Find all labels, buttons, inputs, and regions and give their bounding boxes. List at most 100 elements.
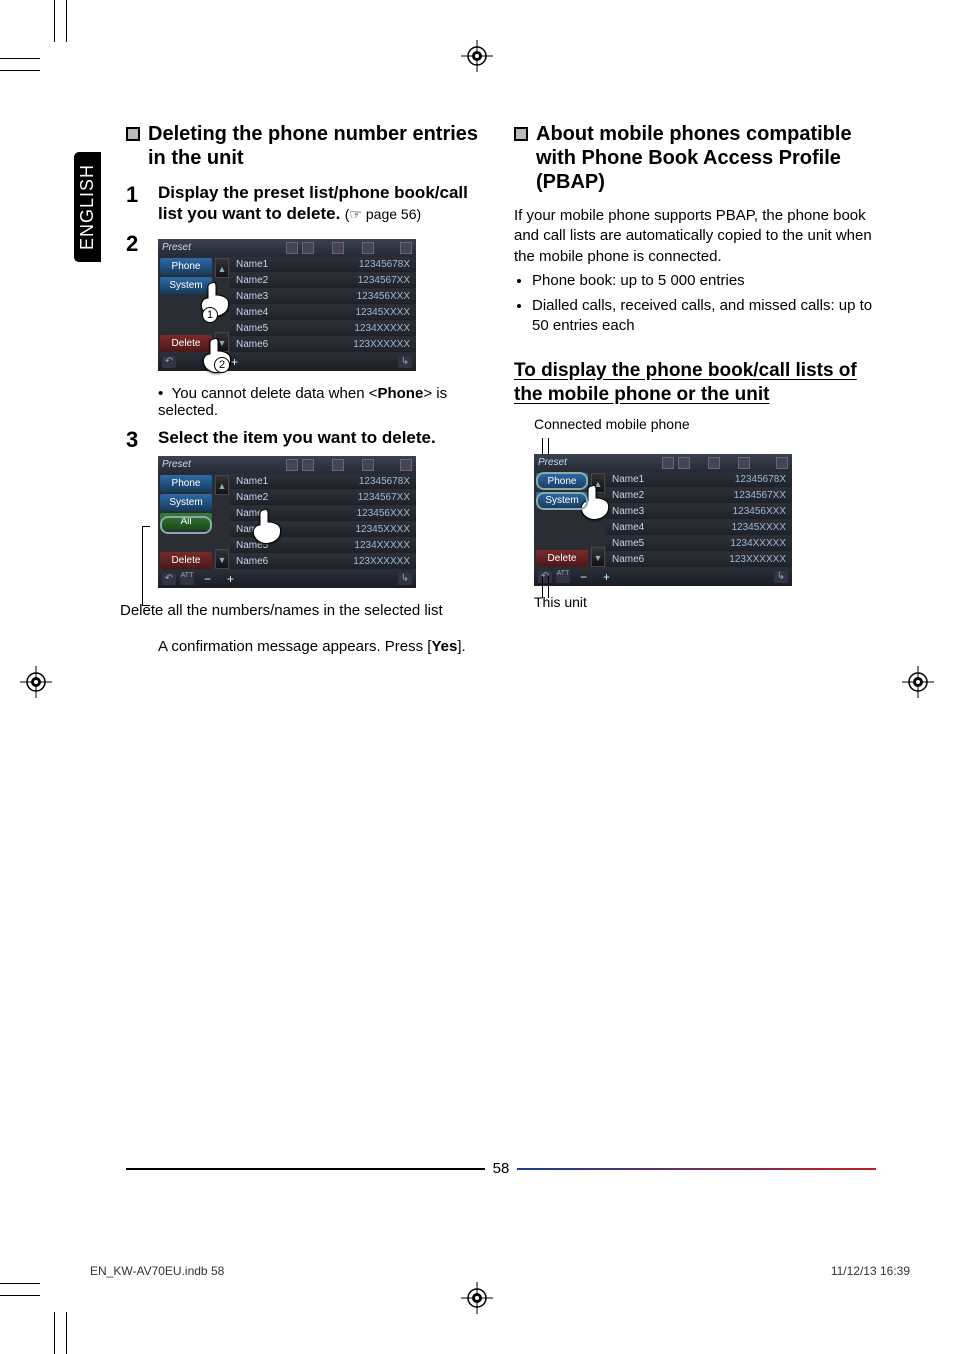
list-row[interactable]: Name412345XXXX	[606, 520, 792, 535]
side-button-system[interactable]: System	[160, 277, 212, 294]
preset-label: Preset	[162, 459, 191, 470]
att-icon[interactable]: ATT	[180, 573, 194, 585]
home-icon	[776, 457, 788, 469]
square-bullet-icon	[514, 127, 528, 141]
battery-icon	[362, 242, 374, 254]
list-row[interactable]: Name6123XXXXXX	[606, 552, 792, 567]
highlight-all-button	[160, 516, 212, 534]
volume-up-button[interactable]: +	[221, 572, 240, 586]
side-button-delete[interactable]: Delete	[536, 550, 588, 567]
exit-icon[interactable]: ↳	[398, 356, 412, 368]
home-icon	[400, 459, 412, 471]
back-icon[interactable]: ↶	[538, 571, 552, 583]
step-marker-2: 2	[214, 357, 230, 373]
list-row[interactable]: Name112345678X	[230, 474, 416, 489]
status-icon	[332, 459, 344, 471]
scroll-down-button[interactable]: ▼	[591, 547, 605, 567]
registration-mark-icon	[20, 666, 52, 698]
back-icon[interactable]: ↶	[162, 356, 176, 368]
home-icon	[400, 242, 412, 254]
callout-bracket	[142, 526, 150, 606]
battery-icon	[738, 457, 750, 469]
scroll-down-button[interactable]: ▼	[215, 549, 229, 569]
list-row[interactable]: Name112345678X	[606, 472, 792, 487]
registration-mark-icon	[461, 40, 493, 72]
side-button-delete[interactable]: Delete	[160, 335, 212, 352]
scroll-up-button[interactable]: ▲	[591, 473, 605, 493]
scroll-down-button[interactable]: ▼	[215, 332, 229, 352]
preset-label: Preset	[538, 457, 567, 468]
subsection-title: To display the phone book/call lists of …	[514, 359, 874, 408]
status-icon	[302, 242, 314, 254]
list-row[interactable]: Name51234XXXXX	[230, 321, 416, 336]
list-row[interactable]: Name3123456XXX	[230, 289, 416, 304]
status-icon	[332, 242, 344, 254]
status-icon	[662, 457, 674, 469]
callout-line	[542, 576, 543, 598]
list-row[interactable]: Name21234567XX	[230, 490, 416, 505]
page-number-rule: 58	[126, 1160, 876, 1177]
registration-mark-icon	[902, 666, 934, 698]
side-button-phone[interactable]: Phone	[160, 258, 212, 275]
side-button-system[interactable]: System	[160, 494, 212, 511]
side-button-phone[interactable]: Phone	[160, 475, 212, 492]
list-row[interactable]: Name3123456XXX	[606, 504, 792, 519]
device-screenshot-1: Preset Phone System	[158, 239, 416, 371]
battery-icon	[362, 459, 374, 471]
square-bullet-icon	[126, 127, 140, 141]
att-icon[interactable]: ATT	[556, 571, 570, 583]
list-row[interactable]: Name51234XXXXX	[230, 538, 416, 553]
volume-down-button[interactable]: −	[198, 572, 217, 586]
list-row[interactable]: Name3123456XXX	[230, 506, 416, 521]
scroll-up-button[interactable]: ▲	[215, 475, 229, 495]
section-heading-delete: Deleting the phone number entries in the…	[126, 122, 486, 170]
pbap-paragraph: If your mobile phone supports PBAP, the …	[514, 206, 874, 267]
status-icon	[286, 242, 298, 254]
status-icon	[708, 457, 720, 469]
step-2-note: • You cannot delete data when <Phone> is…	[158, 385, 486, 419]
step-number-1: 1	[126, 182, 148, 225]
status-icon	[678, 457, 690, 469]
list-row[interactable]: Name6123XXXXXX	[230, 554, 416, 569]
step-number-2: 2	[126, 231, 148, 379]
back-icon[interactable]: ↶	[162, 573, 176, 585]
language-tab: ENGLISH	[74, 152, 101, 262]
confirmation-text: A confirmation message appears. Press [Y…	[158, 637, 486, 657]
list-row[interactable]: Name112345678X	[230, 257, 416, 272]
registration-mark-icon	[461, 1282, 493, 1314]
scroll-up-button[interactable]: ▲	[215, 258, 229, 278]
step-marker-1: 1	[202, 307, 218, 323]
callout-line	[548, 576, 549, 598]
exit-icon[interactable]: ↳	[774, 571, 788, 583]
volume-down-button[interactable]: −	[574, 570, 593, 584]
delete-all-caption: Delete all the numbers/names in the sele…	[120, 602, 486, 619]
bullet-calls: Dialled calls, received calls, and misse…	[532, 296, 874, 337]
list-row[interactable]: Name412345XXXX	[230, 522, 416, 537]
list-row[interactable]: Name51234XXXXX	[606, 536, 792, 551]
list-row[interactable]: Name21234567XX	[606, 488, 792, 503]
list-row[interactable]: Name412345XXXX	[230, 305, 416, 320]
list-row[interactable]: Name21234567XX	[230, 273, 416, 288]
step-1-page-ref: (☞ page 56)	[345, 206, 421, 222]
footer-file: EN_KW-AV70EU.indb 58	[90, 1264, 224, 1278]
bullet-phonebook: Phone book: up to 5 000 entries	[532, 271, 874, 291]
section-heading-pbap: About mobile phones compatible with Phon…	[514, 122, 874, 194]
volume-up-button[interactable]: +	[597, 570, 616, 584]
status-icon	[302, 459, 314, 471]
print-footer: EN_KW-AV70EU.indb 58 11/12/13 16:39	[90, 1264, 910, 1278]
highlight-system-button	[536, 492, 588, 510]
caption-connected-phone: Connected mobile phone	[534, 416, 874, 432]
highlight-phone-button	[536, 472, 588, 490]
step-1-text: Display the preset list/phone book/call …	[158, 183, 468, 223]
side-button-delete[interactable]: Delete	[160, 552, 212, 569]
list-row[interactable]: Name6123XXXXXX	[230, 337, 416, 352]
exit-icon[interactable]: ↳	[398, 573, 412, 585]
caption-this-unit: This unit	[534, 594, 874, 610]
section-title: About mobile phones compatible with Phon…	[536, 122, 874, 194]
status-icon	[286, 459, 298, 471]
page-number: 58	[493, 1160, 510, 1177]
device-screenshot-2: Preset Phone System	[158, 456, 416, 588]
device-screenshot-3: Preset Phone System Del	[534, 454, 792, 586]
step-3-text: Select the item you want to delete.	[158, 428, 436, 447]
preset-label: Preset	[162, 242, 191, 253]
